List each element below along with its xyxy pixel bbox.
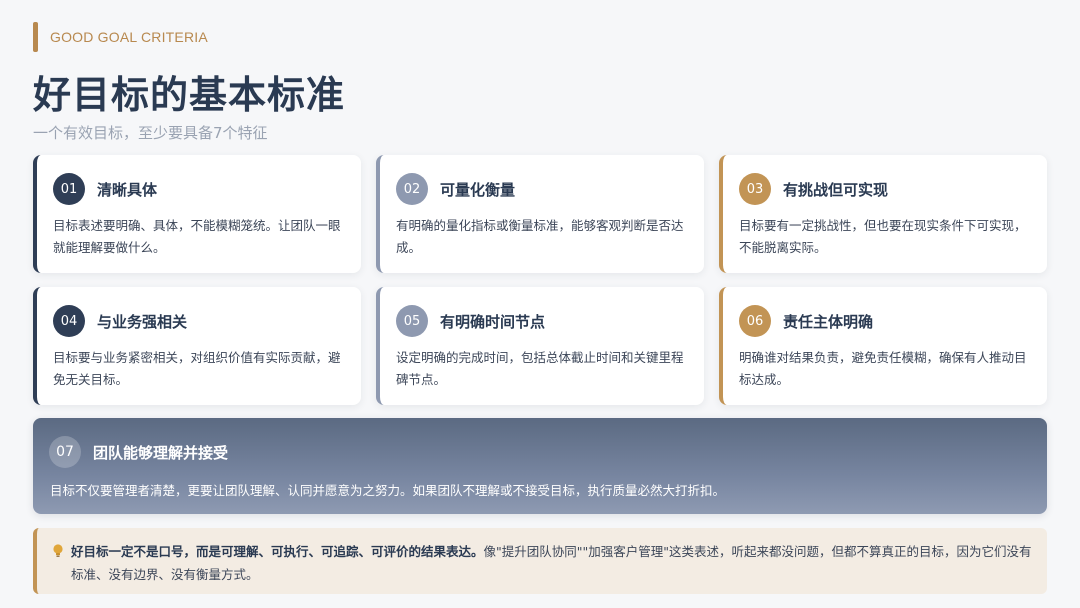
card-title: 责任主体明确 [783,313,874,331]
card-description: 设定明确的完成时间，包括总体截止时间和关键里程碑节点。 [396,350,684,387]
card-description: 目标表述要明确、具体，不能模糊笼统。让团队一眼就能理解要做什么。 [53,218,341,255]
note-text: 好目标一定不是口号，而是可理解、可执行、可追踪、可评价的结果表达。像"提升团队协… [71,540,1037,586]
card-number-badge: 02 [396,173,428,205]
card-title: 与业务强相关 [97,313,188,331]
note-emphasis: 好目标一定不是口号，而是可理解、可执行、可追踪、可评价的结果表达。 [71,544,484,559]
eyebrow-accent-bar [33,22,38,52]
card-description: 有明确的量化指标或衡量标准，能够客观判断是否达成。 [396,218,684,255]
card-description: 目标要有一定挑战性，但也要在现实条件下可实现，不能脱离实际。 [739,218,1027,255]
card-number-badge: 05 [396,305,428,337]
card-title: 有挑战但可实现 [783,181,889,199]
criteria-card-ownership: 06 责任主体明确 明确谁对结果负责，避免责任模糊，确保有人推动目标达成。 [719,287,1047,405]
card-number-badge: 03 [739,173,771,205]
card-title: 有明确时间节点 [440,313,546,331]
page-title: 好目标的基本标准 [33,73,346,117]
card-description: 明确谁对结果负责，避免责任模糊，确保有人推动目标达成。 [739,350,1027,387]
card-title: 清晰具体 [97,181,158,199]
criteria-card-time-bound: 05 有明确时间节点 设定明确的完成时间，包括总体截止时间和关键里程碑节点。 [376,287,704,405]
eyebrow: GOOD GOAL CRITERIA [33,22,208,52]
criteria-card-team-acceptance: 07 团队能够理解并接受 目标不仅要管理者清楚，更要让团队理解、认同并愿意为之努… [33,418,1047,514]
card-number-badge: 07 [49,436,81,468]
card-number-badge: 01 [53,173,85,205]
criteria-card-relevant: 04 与业务强相关 目标要与业务紧密相关，对组织价值有实际贡献，避免无关目标。 [33,287,361,405]
criteria-card-measurable: 02 可量化衡量 有明确的量化指标或衡量标准，能够客观判断是否达成。 [376,155,704,273]
card-number-badge: 06 [739,305,771,337]
card-number-badge: 04 [53,305,85,337]
eyebrow-label: GOOD GOAL CRITERIA [50,29,208,45]
page-subtitle: 一个有效目标，至少要具备7个特征 [33,124,268,142]
key-insight-note: 好目标一定不是口号，而是可理解、可执行、可追踪、可评价的结果表达。像"提升团队协… [33,528,1047,594]
criteria-card-clear: 01 清晰具体 目标表述要明确、具体，不能模糊笼统。让团队一眼就能理解要做什么。 [33,155,361,273]
card-description: 目标不仅要管理者清楚，更要让团队理解、认同并愿意为之努力。如果团队不理解或不接受… [50,483,726,498]
card-description: 目标要与业务紧密相关，对组织价值有实际贡献，避免无关目标。 [53,350,341,387]
lightbulb-icon [51,543,65,559]
criteria-card-challenging: 03 有挑战但可实现 目标要有一定挑战性，但也要在现实条件下可实现，不能脱离实际… [719,155,1047,273]
card-title: 可量化衡量 [440,181,516,199]
card-title: 团队能够理解并接受 [93,444,229,462]
